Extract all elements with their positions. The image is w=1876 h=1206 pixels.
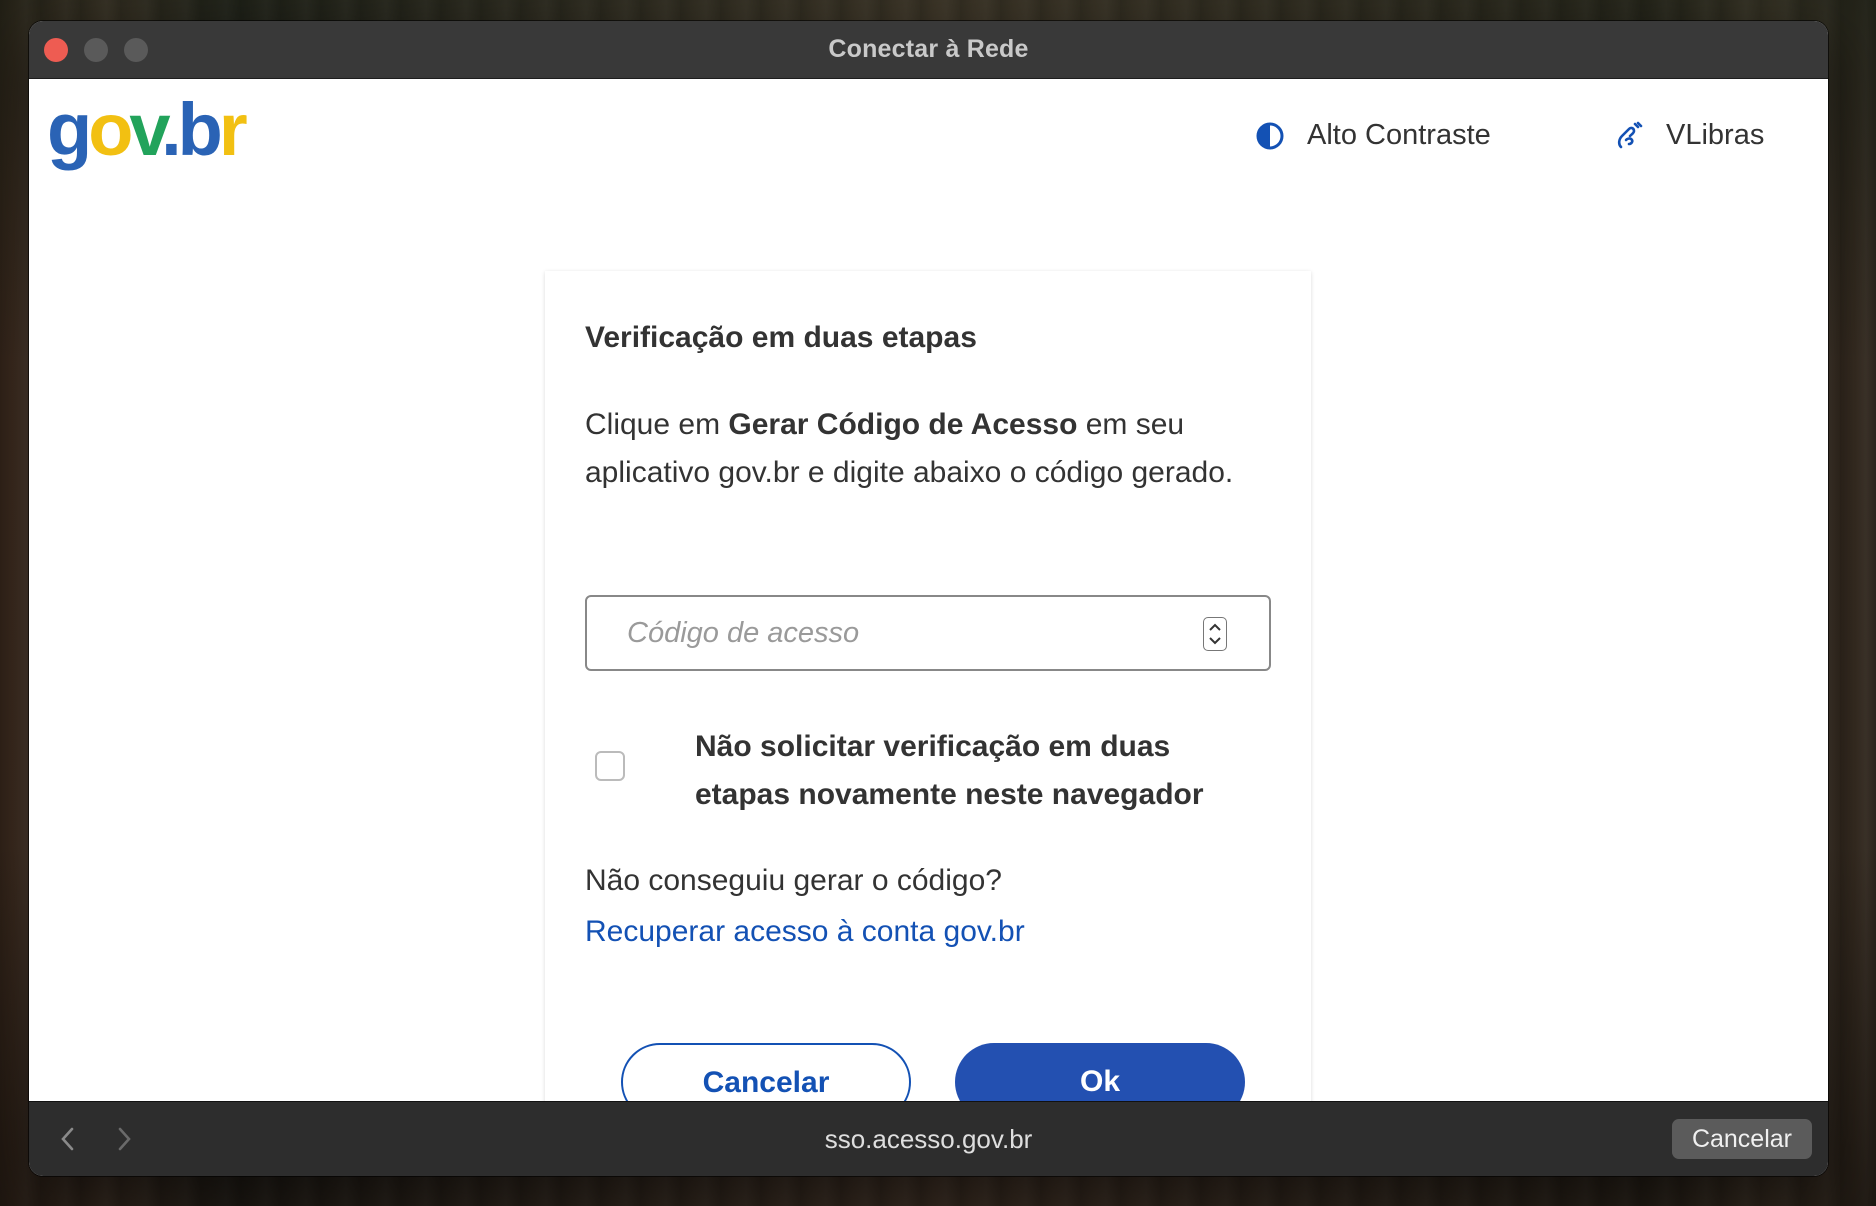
govbr-logo[interactable]: gov.br xyxy=(47,93,248,167)
title-bar: Conectar à Rede xyxy=(29,21,1828,79)
high-contrast-button[interactable]: Alto Contraste xyxy=(1255,119,1491,152)
remember-browser-label[interactable]: Não solicitar verificação em duas etapas… xyxy=(695,723,1255,819)
access-code-field xyxy=(585,595,1271,671)
govbr-header: gov.br Alto Contraste VLibras xyxy=(29,79,1828,199)
stepper-arrows-icon xyxy=(1209,623,1221,645)
two-step-verification-card: Verificação em duas etapas Clique em Ger… xyxy=(545,271,1311,1122)
page-content: Verificação em duas etapas Clique em Ger… xyxy=(29,199,1828,1122)
vlibras-label: VLibras xyxy=(1666,119,1765,151)
url-label: sso.acesso.gov.br xyxy=(824,1124,1033,1154)
high-contrast-label: Alto Contraste xyxy=(1307,119,1491,151)
help-text: Não conseguiu gerar o código? xyxy=(585,864,1002,897)
card-title: Verificação em duas etapas xyxy=(585,321,977,354)
vlibras-button[interactable]: VLibras xyxy=(1612,119,1764,152)
bottom-bar: sso.acesso.gov.br Cancelar xyxy=(29,1101,1828,1176)
recover-account-link[interactable]: Recuperar acesso à conta gov.br xyxy=(585,915,1025,949)
number-stepper[interactable] xyxy=(1203,617,1227,651)
window-title: Conectar à Rede xyxy=(828,35,1029,63)
access-code-input[interactable] xyxy=(587,597,1269,669)
contrast-icon xyxy=(1256,122,1284,149)
captive-portal-window: Conectar à Rede gov.br Alto Contraste VL… xyxy=(29,21,1828,1176)
bar-cancel-button[interactable]: Cancelar xyxy=(1671,1119,1812,1159)
hand-sign-icon xyxy=(1617,121,1643,148)
remember-browser-checkbox[interactable] xyxy=(595,751,625,781)
instruction-text: Clique em Gerar Código de Acesso em seu … xyxy=(585,408,1234,489)
